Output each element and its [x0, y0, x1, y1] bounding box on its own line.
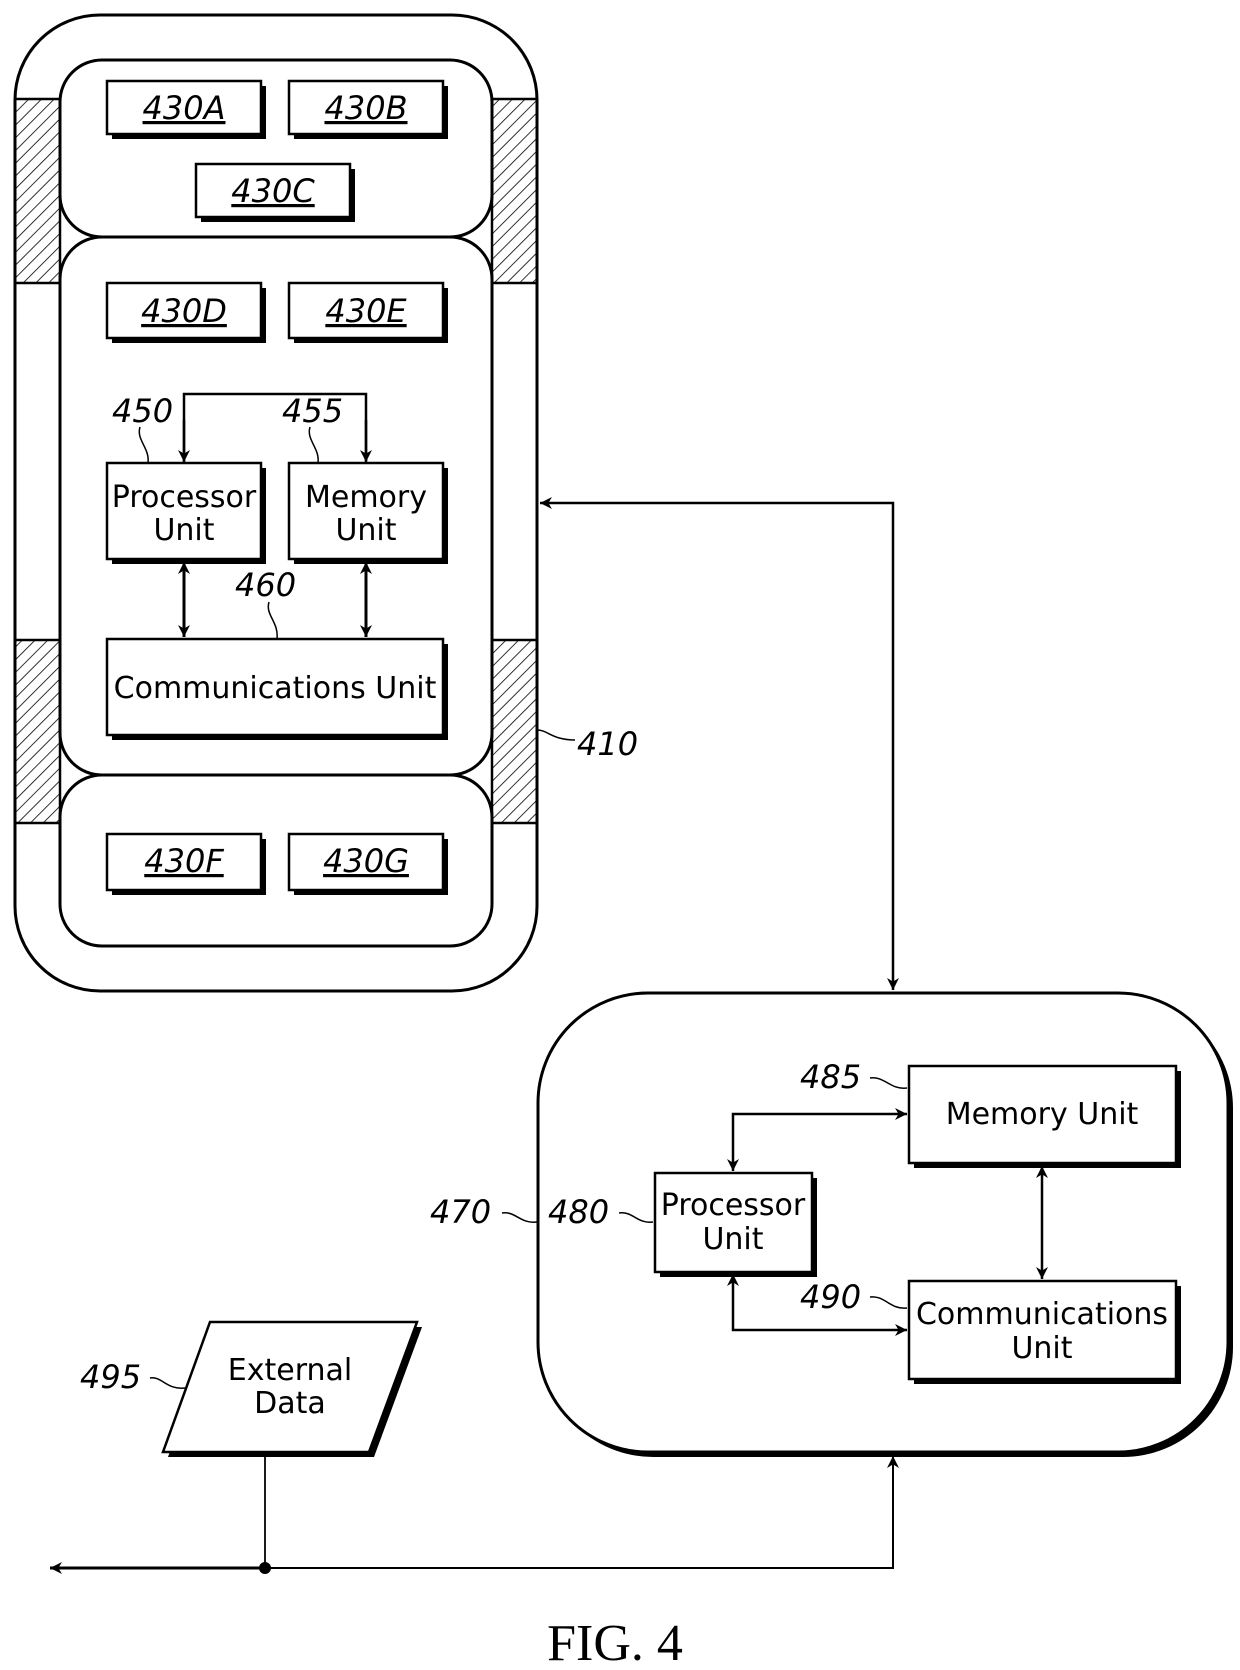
ref-450: 450 — [112, 392, 173, 430]
bus-to-server — [265, 1456, 899, 1569]
module-label: 430C — [231, 172, 315, 210]
ref-455: 455 — [282, 392, 343, 430]
server-processor-unit: Processor Unit — [653, 1171, 817, 1277]
ref-460: 460 — [235, 566, 296, 604]
ref-490: 490 — [800, 1278, 861, 1316]
module-430B: 430B — [287, 79, 448, 139]
leader-495 — [149, 1377, 186, 1389]
external-line2: Data — [254, 1386, 326, 1421]
module-430E: 430E — [287, 281, 448, 343]
processor-label-line1: Processor — [112, 480, 257, 515]
module-label: 430F — [144, 842, 224, 880]
ref-480: 480 — [548, 1193, 609, 1231]
module-label: 430A — [143, 89, 226, 127]
server-comms-line2: Unit — [1011, 1331, 1072, 1366]
device-processor-unit: Processor Unit — [105, 461, 266, 564]
module-430A: 430A — [105, 79, 266, 139]
comms-label: Communications Unit — [114, 671, 437, 706]
ref-485: 485 — [800, 1058, 861, 1096]
leader-410 — [536, 729, 576, 741]
processor-label-line2: Unit — [153, 513, 214, 548]
server-processor-line1: Processor — [661, 1188, 806, 1223]
module-430G: 430G — [287, 832, 448, 895]
server-470: Memory Unit Processor Unit Communication… — [430, 991, 1233, 1457]
hatch-left-top — [13, 97, 62, 285]
external-data-495: External Data 495 — [80, 1320, 422, 1457]
module-430C: 430C — [194, 162, 355, 222]
external-line1: External — [228, 1353, 352, 1388]
ref-410: 410 — [577, 725, 638, 763]
hatch-right-bottom — [490, 638, 539, 825]
module-label: 430D — [141, 292, 227, 330]
module-430F: 430F — [105, 832, 266, 895]
device-memory-unit: Memory Unit — [287, 461, 448, 564]
server-memory-label: Memory Unit — [946, 1097, 1139, 1132]
leader-470 — [501, 1212, 538, 1223]
memory-label-line2: Unit — [335, 513, 396, 548]
diagram-canvas: 430A 430B 430C 430D 430E 430F 430G Proce… — [13, 13, 1233, 1670]
server-communications-unit: Communications Unit — [907, 1279, 1181, 1384]
module-430D: 430D — [105, 281, 266, 343]
module-label: 430G — [323, 842, 409, 880]
ref-495: 495 — [80, 1358, 141, 1396]
module-label: 430B — [324, 89, 407, 127]
device-communications-unit: Communications Unit — [105, 637, 448, 740]
module-label: 430E — [325, 292, 407, 330]
bus-junction — [259, 1562, 271, 1574]
ref-470: 470 — [430, 1193, 491, 1231]
hatch-left-bottom — [13, 638, 62, 825]
hatch-right-top — [490, 97, 539, 285]
figure-caption: FIG. 4 — [547, 1615, 683, 1670]
server-processor-line2: Unit — [702, 1222, 763, 1257]
memory-label-line1: Memory — [305, 480, 427, 515]
server-comms-line1: Communications — [916, 1297, 1168, 1332]
server-memory-unit: Memory Unit — [907, 1064, 1181, 1168]
